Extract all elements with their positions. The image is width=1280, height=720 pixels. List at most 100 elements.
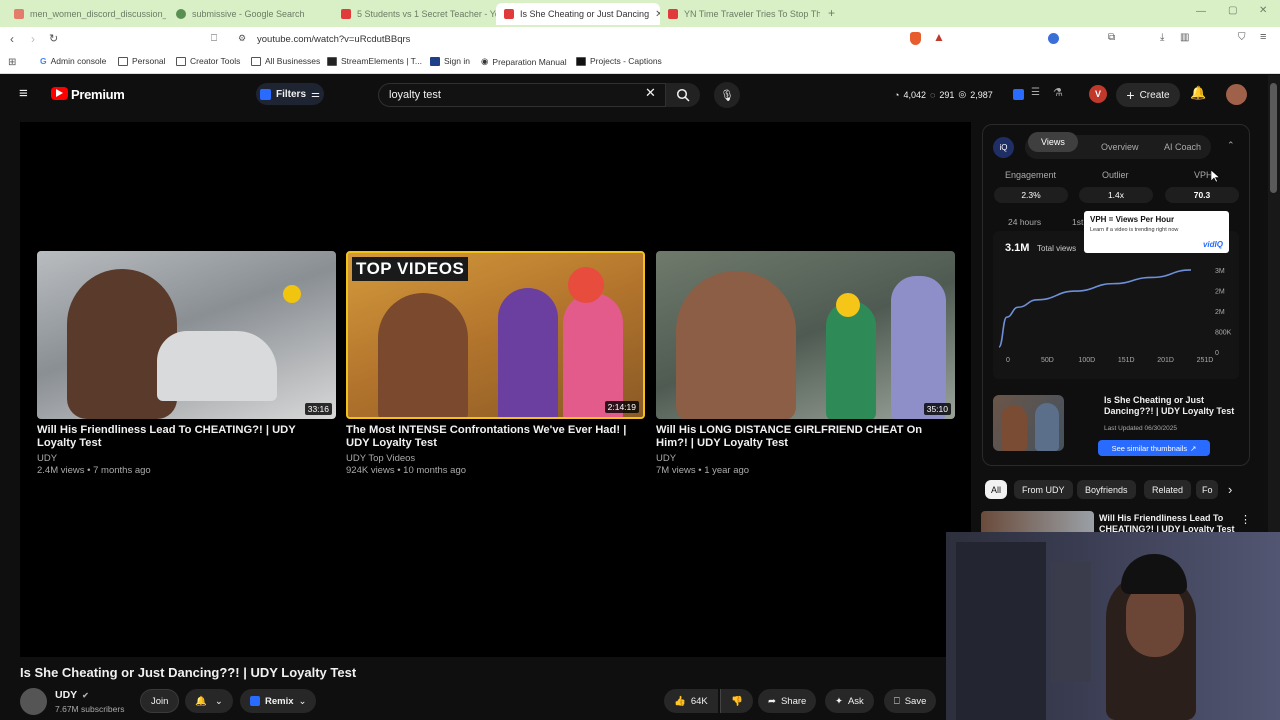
- browser-tab-active[interactable]: Is She Cheating or Just Dancing ✕: [496, 3, 660, 25]
- y-tick-label: 0: [1215, 350, 1219, 357]
- bookmark-item[interactable]: Personal: [118, 56, 166, 66]
- thumbnail-figure: [378, 293, 468, 417]
- voice-search-button[interactable]: 🎙: [714, 82, 740, 108]
- channel-name-row[interactable]: UDY ✔: [55, 689, 89, 701]
- sparkle-icon: ✦: [835, 695, 843, 707]
- bookmark-item[interactable]: Creator Tools: [176, 56, 240, 66]
- card-channel[interactable]: UDY: [656, 453, 955, 465]
- browser-tab[interactable]: men_women_discord_discussion_to: [6, 3, 166, 25]
- card-title[interactable]: Will His Friendliness Lead To CHEATING?!…: [37, 424, 336, 450]
- site-info-icon[interactable]: ⚙: [238, 33, 246, 44]
- chip-from-udy[interactable]: From UDY: [1014, 480, 1073, 499]
- captions-icon: [576, 56, 586, 66]
- youtube-icon: [341, 9, 351, 19]
- like-button[interactable]: 👍 64K: [664, 689, 718, 713]
- chip-related[interactable]: Related: [1144, 480, 1192, 499]
- tab-ai-coach[interactable]: AI Coach: [1164, 142, 1201, 152]
- flask-icon[interactable]: ⚗: [1053, 86, 1063, 99]
- join-button[interactable]: Join: [140, 689, 180, 713]
- chevron-right-icon[interactable]: ›: [1228, 482, 1232, 497]
- tab-views[interactable]: Views: [1028, 132, 1078, 152]
- channel-name[interactable]: UDY: [55, 689, 77, 701]
- channel-avatar[interactable]: [20, 688, 47, 715]
- total-views-value: 3.1M: [1005, 242, 1030, 254]
- scrollbar-thumb[interactable]: [1270, 83, 1277, 193]
- range-first[interactable]: 1st: [1072, 217, 1083, 227]
- dislike-button[interactable]: 👎: [720, 689, 753, 713]
- thumbnail[interactable]: 35:10: [656, 251, 955, 419]
- chevron-down-icon: ⌄: [298, 695, 307, 707]
- download-icon[interactable]: ⤓: [1160, 32, 1164, 43]
- thumbnail-figure: [891, 276, 946, 419]
- create-button[interactable]: + Create: [1116, 83, 1180, 107]
- range-24h[interactable]: 24 hours: [1008, 217, 1041, 227]
- avatar[interactable]: [1226, 84, 1247, 105]
- card-channel[interactable]: UDY: [37, 453, 336, 465]
- search-input[interactable]: loyalty test: [378, 83, 666, 107]
- new-tab-icon[interactable]: +: [828, 6, 835, 20]
- maximize-icon[interactable]: ▢: [1228, 5, 1237, 16]
- bookmark-item[interactable]: StreamElements | T...: [327, 56, 422, 66]
- shield-icon[interactable]: ⛉: [1238, 32, 1246, 43]
- menu-icon[interactable]: ≡: [1260, 31, 1266, 43]
- premium-logo-text[interactable]: Premium: [71, 87, 125, 102]
- endscreen-card[interactable]: 35:10 Will His LONG DISTANCE GIRLFRIEND …: [656, 251, 955, 477]
- microphone-icon: 🎙: [720, 89, 734, 102]
- extensions-icon[interactable]: ⧉: [1108, 32, 1115, 43]
- google-icon: G: [40, 56, 47, 66]
- channel-avatar-small[interactable]: V: [1089, 85, 1107, 103]
- card-title[interactable]: Will His LONG DISTANCE GIRLFRIEND CHEAT …: [656, 424, 955, 450]
- filters-button[interactable]: Filters ⚌: [256, 83, 324, 105]
- chip-more[interactable]: Fo: [1196, 480, 1218, 499]
- vidiq-icon[interactable]: [1013, 89, 1024, 100]
- endscreen-card[interactable]: 33:16 Will His Friendliness Lead To CHEA…: [37, 251, 336, 477]
- apps-grid-icon[interactable]: ⊞: [8, 57, 16, 68]
- search-button[interactable]: [666, 83, 700, 107]
- remix-button[interactable]: Remix ⌄: [240, 689, 317, 713]
- endscreen-card[interactable]: TOP VIDEOS 2:14:19 The Most INTENSE Conf…: [346, 251, 645, 477]
- back-icon[interactable]: ‹: [10, 32, 14, 46]
- share-icon: ➦: [768, 695, 776, 707]
- bookmark-item[interactable]: ◉ Preparation Manual: [481, 56, 567, 67]
- chip-boyfriends[interactable]: Boyfriends: [1077, 480, 1136, 499]
- brave-shield-icon[interactable]: [910, 32, 921, 45]
- ask-button[interactable]: ✦ Ask: [825, 689, 874, 713]
- webcam-door: [956, 542, 1046, 720]
- card-title[interactable]: The Most INTENSE Confrontations We've Ev…: [346, 424, 645, 450]
- forward-icon[interactable]: ›: [31, 32, 35, 46]
- eye-icon: ◔: [894, 89, 900, 100]
- collapse-icon[interactable]: ⌃: [1227, 140, 1235, 151]
- tab-overview[interactable]: Overview: [1101, 142, 1139, 152]
- bookmark-item[interactable]: G Admin console: [40, 56, 106, 66]
- next-video-title[interactable]: Will His Friendliness Lead To CHEATING?!…: [1099, 513, 1235, 533]
- bookmark-item[interactable]: Sign in: [430, 56, 470, 66]
- bookmark-item[interactable]: Projects - Captions: [576, 56, 662, 66]
- thumbnail[interactable]: 33:16: [37, 251, 336, 419]
- card-channel[interactable]: UDY Top Videos: [346, 453, 645, 465]
- browser-tab[interactable]: YN Time Traveler Tries To Stop The T: [660, 3, 820, 25]
- save-button[interactable]: ⎕ Save: [884, 689, 937, 713]
- chip-all[interactable]: All: [985, 480, 1008, 499]
- reload-icon[interactable]: ↻: [49, 32, 58, 45]
- warning-icon[interactable]: ▲: [933, 30, 945, 44]
- hamburger-menu-icon[interactable]: ≡: [19, 85, 28, 102]
- subscribed-button[interactable]: 🔔 ⌄: [185, 689, 233, 713]
- url-field[interactable]: youtube.com/watch?v=uRcdutBBqrs: [257, 34, 410, 45]
- bookmark-icon[interactable]: ⎕: [211, 33, 217, 44]
- list-icon[interactable]: ☰: [1031, 87, 1040, 98]
- notifications-bell-icon[interactable]: 🔔: [1190, 85, 1206, 101]
- suggest-title: Is She Cheating or Just Dancing??! | UDY…: [1104, 395, 1235, 416]
- share-button[interactable]: ➦ Share: [758, 689, 817, 713]
- more-options-icon[interactable]: ⋮: [1240, 513, 1251, 526]
- minimize-icon[interactable]: —: [1196, 6, 1206, 17]
- clear-search-icon[interactable]: ✕: [645, 85, 656, 101]
- suggest-thumbnail[interactable]: [993, 395, 1064, 451]
- extension-icon[interactable]: [1048, 33, 1059, 44]
- similar-thumbnails-button[interactable]: See similar thumbnails ↗: [1098, 440, 1210, 456]
- bookmark-item[interactable]: All Businesses: [251, 56, 320, 66]
- thumbnail[interactable]: TOP VIDEOS 2:14:19: [346, 251, 645, 419]
- browser-tab[interactable]: 5 Students vs 1 Secret Teacher - You: [333, 3, 496, 25]
- browser-tab[interactable]: submissive - Google Search: [168, 3, 333, 25]
- close-window-icon[interactable]: ✕: [1259, 5, 1267, 16]
- sidebar-icon[interactable]: ▥: [1180, 32, 1189, 43]
